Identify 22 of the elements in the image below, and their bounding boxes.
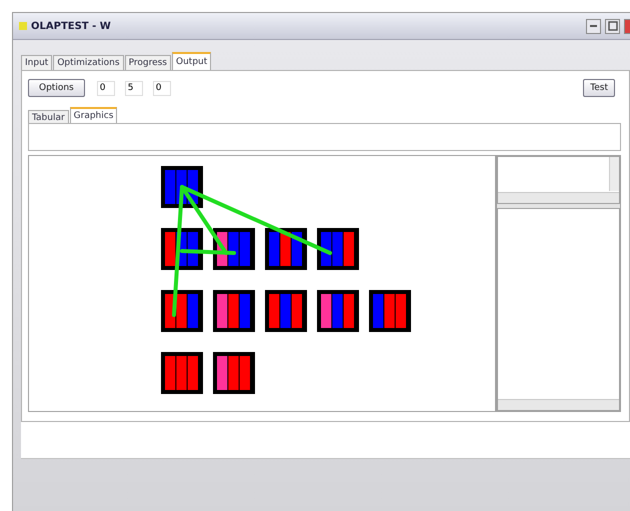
test-button[interactable]: Test <box>583 79 615 97</box>
app-icon <box>19 22 27 30</box>
minimize-button[interactable] <box>586 18 601 34</box>
tab[interactable]: Optimizations <box>53 55 124 70</box>
vertical-scrollbar[interactable] <box>609 157 619 191</box>
tab[interactable]: Input <box>21 55 52 70</box>
close-button[interactable] <box>624 18 630 34</box>
horizontal-scrollbar[interactable] <box>498 192 619 203</box>
tab[interactable]: Progress <box>124 55 171 70</box>
number-field[interactable]: 0 <box>96 80 115 96</box>
number-field[interactable]: 5 <box>124 80 143 96</box>
maximize-button[interactable] <box>605 18 620 34</box>
minimize-icon <box>590 25 597 27</box>
text-field[interactable] <box>28 123 621 151</box>
maximize-icon <box>608 21 618 31</box>
options-button[interactable]: Options <box>28 79 85 97</box>
tab[interactable]: Output <box>172 52 212 70</box>
horizontal-scrollbar[interactable] <box>498 399 619 410</box>
tab[interactable]: Tabular <box>28 110 69 123</box>
number-field[interactable]: 0 <box>152 80 171 96</box>
window-title: OLAPTEST - W <box>31 20 111 32</box>
tab[interactable]: Graphics <box>70 107 118 123</box>
